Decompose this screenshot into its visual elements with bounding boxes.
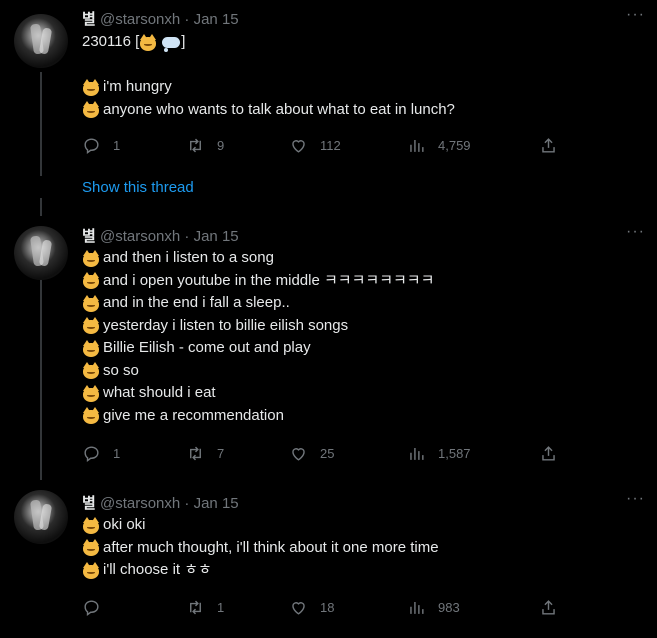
avatar[interactable]: [14, 14, 68, 68]
like-button[interactable]: 112: [289, 135, 341, 155]
tweet-text: and then i listen to a song and i open y…: [82, 247, 434, 427]
tweet-actions: 1 9 112 4,759: [82, 135, 562, 155]
timestamp[interactable]: Jan 15: [194, 495, 239, 512]
more-icon[interactable]: ···: [626, 490, 645, 508]
thought-balloon-icon: [161, 34, 181, 53]
retweet-icon: [190, 446, 201, 460]
tweet-header: 별 @starsonxh · Jan 15: [82, 227, 239, 245]
cat-face-icon: [82, 384, 100, 402]
reply-icon: [84, 137, 99, 154]
cat-face-icon: [82, 407, 100, 425]
cat-face-icon: [82, 362, 100, 380]
cat-face-icon: [82, 317, 100, 335]
share-button[interactable]: [539, 597, 558, 617]
more-icon[interactable]: ···: [626, 223, 645, 241]
handle[interactable]: @starsonxh: [100, 228, 180, 245]
views-icon: [410, 601, 424, 614]
tweet-header: 별 @starsonxh · Jan 15: [82, 494, 239, 512]
timestamp[interactable]: Jan 15: [194, 11, 239, 28]
cat-face-icon: [82, 294, 100, 312]
tweet[interactable]: 별 @starsonxh · Jan 15 ··· and then i lis…: [0, 212, 657, 482]
views-button[interactable]: 1,587: [407, 443, 471, 463]
heart-icon: [292, 447, 305, 461]
reply-button[interactable]: 1: [82, 135, 120, 155]
tweet[interactable]: 별 @starsonxh · Jan 15 ··· 230116 [ ] i'm…: [0, 0, 657, 170]
display-name[interactable]: 별: [82, 227, 96, 245]
tweet-actions: 1 7 25 1,587: [82, 443, 562, 463]
retweet-button[interactable]: 1: [186, 597, 224, 617]
tweet-actions: 1 18 983: [82, 597, 562, 617]
cat-face-icon: [82, 101, 100, 119]
views-icon: [410, 139, 424, 152]
display-name[interactable]: 별: [82, 10, 96, 28]
cat-face-icon: [82, 339, 100, 357]
like-button[interactable]: 25: [289, 443, 334, 463]
views-button[interactable]: 4,759: [407, 135, 471, 155]
reply-button[interactable]: [82, 597, 113, 617]
cat-face-icon: [139, 33, 157, 51]
retweet-icon: [190, 138, 201, 152]
reply-icon: [84, 599, 99, 616]
retweet-button[interactable]: 7: [186, 443, 224, 463]
share-icon: [542, 445, 555, 461]
heart-icon: [292, 601, 305, 615]
handle[interactable]: @starsonxh: [100, 11, 180, 28]
display-name[interactable]: 별: [82, 494, 96, 512]
share-button[interactable]: [539, 443, 558, 463]
cat-face-icon: [82, 249, 100, 267]
cat-face-icon: [82, 516, 100, 534]
retweet-icon: [190, 600, 201, 614]
views-button[interactable]: 983: [407, 597, 460, 617]
reply-button[interactable]: 1: [82, 443, 120, 463]
cat-face-icon: [82, 539, 100, 557]
cat-face-icon: [82, 561, 100, 579]
cat-face-icon: [82, 78, 100, 96]
tweet[interactable]: 별 @starsonxh · Jan 15 ··· oki oki after …: [0, 480, 657, 638]
tweet-text: 230116 [ ] i'm hungry anyone who wants t…: [82, 33, 455, 119]
show-thread-link[interactable]: Show this thread: [82, 179, 194, 196]
share-icon: [542, 137, 555, 153]
tweet-header: 별 @starsonxh · Jan 15: [82, 10, 239, 28]
cat-face-icon: [82, 272, 100, 290]
reply-icon: [84, 445, 99, 462]
heart-icon: [292, 139, 305, 153]
tweet-text: oki oki after much thought, i'll think a…: [82, 514, 439, 582]
avatar[interactable]: [14, 226, 68, 280]
timestamp[interactable]: Jan 15: [194, 228, 239, 245]
retweet-button[interactable]: 9: [186, 135, 224, 155]
like-button[interactable]: 18: [289, 597, 334, 617]
share-icon: [542, 599, 555, 615]
more-icon[interactable]: ···: [626, 6, 645, 24]
avatar[interactable]: [14, 490, 68, 544]
views-icon: [410, 447, 424, 460]
handle[interactable]: @starsonxh: [100, 495, 180, 512]
share-button[interactable]: [539, 135, 558, 155]
